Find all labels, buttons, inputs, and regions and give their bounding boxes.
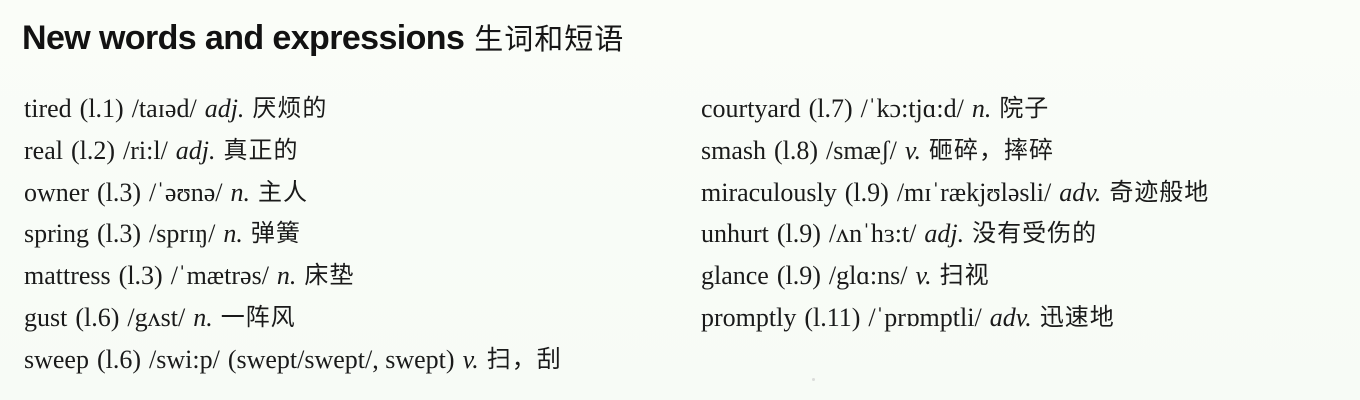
word-text: promptly: [701, 302, 797, 332]
chinese-meaning: 扫，刮: [486, 344, 562, 373]
phonetic-transcription: /ˈprɒmptli/: [868, 302, 982, 332]
phonetic-transcription: /swi:p/: [149, 344, 220, 374]
phonetic-transcription: /sprɪŋ/: [149, 219, 216, 249]
line-reference: (l.9): [776, 219, 821, 249]
word-text: owner: [24, 177, 89, 207]
vocab-entry-promptly: promptly (l.11) /ˈprɒmptli/ adv. 迅速地: [701, 297, 1341, 339]
vocab-entry-gust: gust (l.6) /gʌst/ n. 一阵风: [24, 297, 674, 339]
line-reference: (l.6): [96, 344, 142, 374]
vocab-entry-glance: glance (l.9) /glɑ:ns/ v. 扫视: [701, 255, 1341, 297]
word-text: glance: [701, 261, 769, 291]
word-text: sweep: [24, 344, 89, 374]
part-of-speech: v.: [462, 344, 479, 374]
phonetic-transcription: /ri:l/: [123, 135, 168, 165]
phonetic-transcription: /ˈmætrəs/: [170, 261, 269, 291]
vocab-entry-unhurt: unhurt (l.9) /ʌnˈhɜ:t/ adj. 没有受伤的: [701, 213, 1341, 255]
part-of-speech: n.: [276, 261, 297, 291]
word-text: courtyard: [701, 94, 801, 123]
section-heading: New words and expressions 生词和短语: [22, 16, 625, 57]
chinese-meaning: 院子: [999, 94, 1050, 122]
phonetic-transcription: /ˈkɔ:tjɑ:d/: [860, 94, 964, 123]
part-of-speech: n.: [230, 177, 251, 207]
word-text: real: [24, 135, 63, 165]
vocab-entry-miraculously: miraculously (l.9) /mɪˈrækjʊləsli/ adv. …: [701, 172, 1341, 214]
line-reference: (l.9): [776, 261, 821, 291]
part-of-speech: adj.: [924, 219, 965, 249]
chinese-meaning: 砸碎，摔碎: [928, 135, 1054, 164]
line-reference: (l.11): [804, 302, 861, 332]
part-of-speech: adv.: [1059, 177, 1102, 207]
vocab-entry-tired: tired (l.1) /taɪəd/ adj. 厌烦的: [24, 88, 674, 130]
line-reference: (l.2): [70, 135, 116, 165]
part-of-speech: v.: [915, 261, 932, 291]
line-reference: (l.3): [96, 177, 142, 207]
chinese-meaning: 扫视: [939, 261, 990, 290]
vocabulary-column-left: tired (l.1) /taɪəd/ adj. 厌烦的 real (l.2) …: [24, 88, 674, 381]
vocab-entry-mattress: mattress (l.3) /ˈmætrəs/ n. 床垫: [24, 255, 674, 297]
vocab-entry-real: real (l.2) /ri:l/ adj. 真正的: [24, 130, 674, 172]
line-reference: (l.3): [118, 261, 163, 291]
line-reference: (l.1): [79, 94, 124, 123]
line-reference: (l.8): [774, 135, 819, 165]
vocabulary-page: New words and expressions 生词和短语 tired (l…: [0, 0, 1360, 400]
line-reference: (l.7): [808, 94, 853, 123]
line-reference: (l.6): [75, 302, 120, 332]
chinese-meaning: 没有受伤的: [972, 219, 1098, 248]
chinese-meaning: 奇迹般地: [1109, 177, 1210, 206]
chinese-meaning: 床垫: [304, 261, 355, 290]
vocab-entry-courtyard: courtyard (l.7) /ˈkɔ:tjɑ:d/ n. 院子: [701, 88, 1341, 130]
word-text: miraculously: [701, 177, 837, 207]
section-title-chinese: 生词和短语: [474, 22, 625, 56]
vocab-entry-sweep: sweep (l.6) /swi:p/ (swept/swept/, swept…: [24, 339, 674, 381]
phonetic-transcription: /glɑ:ns/: [828, 261, 908, 291]
phonetic-transcription: /taɪəd/: [131, 94, 197, 123]
chinese-meaning: 弹簧: [250, 219, 301, 248]
section-title-english: New words and expressions: [22, 19, 465, 57]
part-of-speech: adv.: [989, 302, 1032, 332]
chinese-meaning: 迅速地: [1039, 302, 1115, 331]
word-text: smash: [701, 135, 766, 165]
vocabulary-column-right: courtyard (l.7) /ˈkɔ:tjɑ:d/ n. 院子 smash …: [701, 88, 1341, 339]
chinese-meaning: 厌烦的: [252, 94, 328, 122]
vocab-entry-smash: smash (l.8) /smæʃ/ v. 砸碎，摔碎: [701, 130, 1341, 172]
part-of-speech: adj.: [175, 135, 216, 165]
vocab-entry-spring: spring (l.3) /sprɪŋ/ n. 弹簧: [24, 213, 674, 255]
phonetic-transcription: /mɪˈrækjʊləsli/: [896, 177, 1052, 207]
word-text: tired: [24, 94, 72, 123]
part-of-speech: v.: [904, 135, 921, 165]
chinese-meaning: 主人: [258, 177, 308, 206]
phonetic-transcription: /gʌst/: [127, 302, 186, 332]
word-text: unhurt: [701, 219, 769, 249]
part-of-speech: n.: [971, 94, 992, 123]
vocab-entry-owner: owner (l.3) /ˈəʊnə/ n. 主人: [24, 172, 674, 214]
verb-forms: (swept/swept/, swept): [227, 344, 455, 374]
line-reference: (l.3): [97, 219, 142, 249]
part-of-speech: n.: [193, 302, 213, 332]
line-reference: (l.9): [844, 177, 889, 207]
print-speck: [812, 378, 815, 381]
word-text: spring: [24, 219, 89, 249]
chinese-meaning: 一阵风: [220, 302, 296, 331]
part-of-speech: n.: [223, 219, 243, 249]
phonetic-transcription: /smæʃ/: [826, 135, 897, 165]
phonetic-transcription: /ʌnˈhɜ:t/: [828, 219, 917, 249]
part-of-speech: adj.: [204, 94, 245, 123]
word-text: mattress: [24, 261, 111, 291]
chinese-meaning: 真正的: [223, 135, 299, 164]
phonetic-transcription: /ˈəʊnə/: [149, 177, 223, 207]
word-text: gust: [24, 302, 68, 332]
